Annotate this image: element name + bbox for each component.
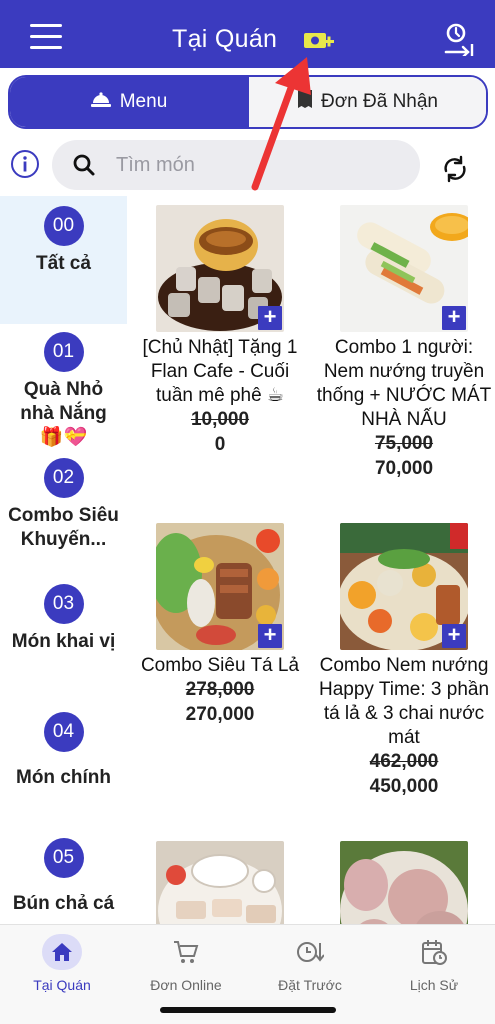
category-item-gifts[interactable]: 01 Quà Nhỏ nhà Nắng 🎁💝 (0, 332, 127, 450)
category-item-fish-noodle[interactable]: 05 Bún chả cá (0, 838, 127, 916)
category-label: Tất cả (36, 253, 91, 274)
category-number: 02 (43, 458, 84, 498)
category-item-main-dishes[interactable]: 04 Món chính (0, 712, 127, 790)
category-number: 01 (43, 332, 84, 372)
info-icon[interactable] (10, 149, 40, 184)
category-number: 05 (43, 838, 84, 878)
category-label: Quà Nhỏ nhà Nắng 🎁💝 (20, 379, 107, 448)
product-image: + (156, 205, 284, 332)
search-icon (72, 153, 96, 182)
category-sidebar: 00 Tất cả 01 Quà Nhỏ nhà Nắng 🎁💝 02 Comb… (0, 196, 127, 924)
category-item-combo-promo[interactable]: 02 Combo Siêu Khuyến... (0, 458, 127, 552)
product-name: [Chủ Nhật] Tặng 1 Flan Cafe - Cuối tuần … (142, 337, 298, 406)
tab-menu[interactable]: Menu (10, 77, 247, 127)
user-logout-icon[interactable] (442, 22, 474, 61)
home-indicator (160, 1007, 336, 1013)
annotation-arrow-icon (245, 55, 315, 200)
food-cloche-icon (90, 89, 112, 115)
category-number: 03 (43, 584, 84, 624)
product-card[interactable]: + Combo 1 người: Nem nướng truyền thống … (314, 205, 494, 482)
category-label: Bún chả cá (12, 893, 115, 914)
search-bar (52, 140, 420, 190)
product-original-price: 462,000 (369, 751, 439, 772)
product-card[interactable]: + Combo Nem nướng Happy Time: 3 phần tá … (314, 523, 494, 800)
nav-label: Lịch Sử (409, 977, 459, 993)
nav-label: Tại Quán (33, 977, 91, 993)
category-number: 04 (43, 712, 84, 752)
nav-don-online[interactable]: Đơn Online (131, 933, 241, 993)
category-item-appetizers[interactable]: 03 Món khai vị (0, 584, 127, 654)
add-to-cart-button[interactable]: + (442, 624, 466, 648)
product-price: 270,000 (185, 704, 255, 725)
product-image: + (156, 523, 284, 650)
product-name: Combo Siêu Tá Lả (140, 655, 300, 676)
product-card[interactable]: + [Chủ Nhật] Tặng 1 Flan Cafe - Cuối tuầ… (130, 205, 310, 458)
page-title: Tại Quán (172, 25, 278, 53)
clock-down-icon (255, 933, 365, 971)
product-price: 450,000 (369, 776, 439, 797)
product-original-price: 278,000 (185, 679, 255, 700)
refresh-icon[interactable] (440, 154, 470, 189)
nav-dat-truoc[interactable]: Đặt Trước (255, 933, 365, 993)
category-label: Món chính (16, 767, 111, 788)
add-to-cart-button[interactable]: + (258, 624, 282, 648)
add-to-cart-button[interactable]: + (258, 306, 282, 330)
product-price: 70,000 (374, 458, 434, 479)
product-original-price: 10,000 (190, 409, 250, 430)
product-image: + (340, 205, 468, 332)
home-icon (42, 934, 82, 970)
nav-lich-su[interactable]: Lịch Sử (379, 933, 489, 993)
category-number: 00 (43, 206, 84, 246)
product-price: 0 (214, 434, 226, 455)
nav-tai-quan[interactable]: Tại Quán (7, 933, 117, 993)
cart-icon (131, 933, 241, 971)
hamburger-icon[interactable] (30, 24, 62, 50)
history-icon (379, 933, 489, 971)
product-image: + (340, 523, 468, 650)
category-label: Combo Siêu Khuyến... (8, 505, 119, 550)
category-label: Món khai vị (11, 631, 116, 652)
product-name: Combo Nem nướng Happy Time: 3 phần tá lả… (318, 655, 490, 748)
category-item-all[interactable]: 00 Tất cả (0, 196, 127, 324)
tab-menu-label: Menu (119, 91, 168, 112)
product-name: Combo 1 người: Nem nướng truyền thống + … (316, 337, 492, 430)
nav-label: Đặt Trước (278, 977, 342, 993)
product-card[interactable]: + Combo Siêu Tá Lả 278,000 270,000 (130, 523, 310, 728)
add-to-cart-button[interactable]: + (442, 306, 466, 330)
product-original-price: 75,000 (374, 433, 434, 454)
nav-label: Đơn Online (150, 977, 222, 993)
tab-received-orders-label: Đơn Đã Nhận (320, 91, 438, 112)
